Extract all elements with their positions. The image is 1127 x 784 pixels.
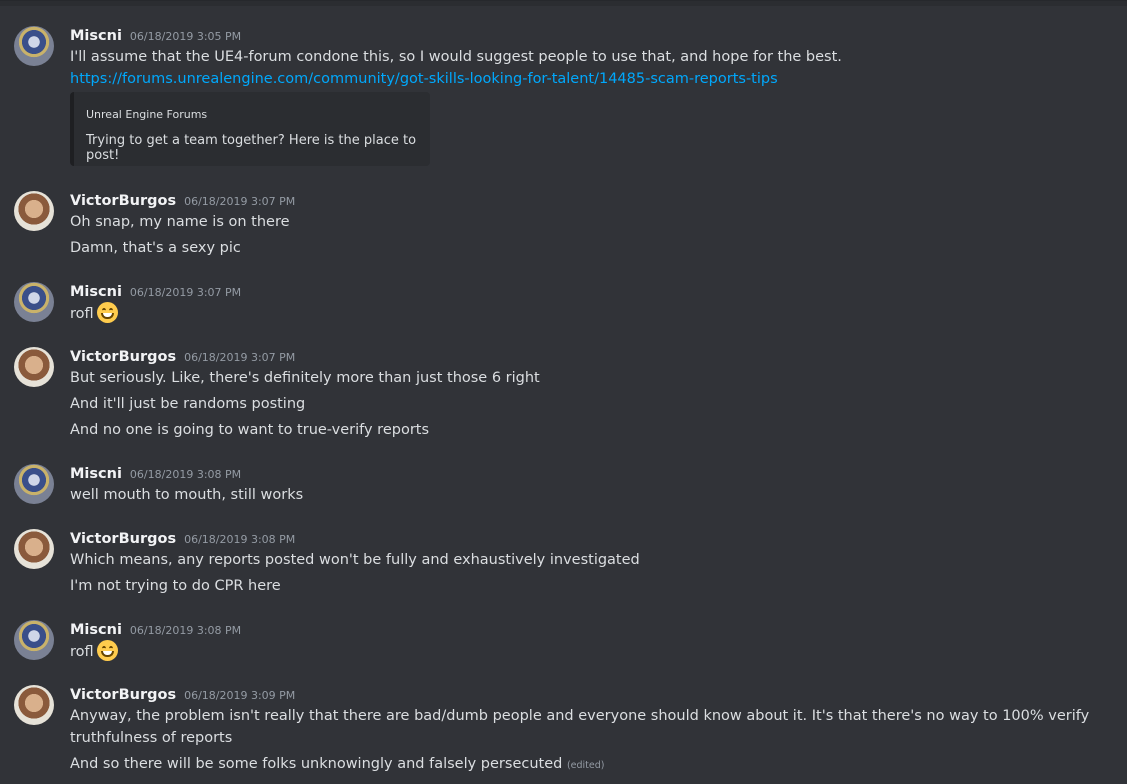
message-text: Damn, that's a sexy pic: [70, 240, 241, 256]
message-text: I'll assume that the UE4-forum condone t…: [70, 49, 842, 65]
message-text: I'm not trying to do CPR here: [70, 578, 281, 594]
message-timestamp[interactable]: 06/18/2019 3:07 PM: [184, 195, 295, 208]
message-header: Miscni 06/18/2019 3:08 PM: [70, 466, 241, 482]
message-header: Miscni 06/18/2019 3:08 PM: [70, 622, 241, 638]
link-embed[interactable]: Unreal Engine Forums Trying to get a tea…: [70, 92, 430, 166]
message-text-content: rofl: [70, 306, 94, 322]
message-timestamp[interactable]: 06/18/2019 3:08 PM: [130, 624, 241, 637]
avatar[interactable]: [14, 529, 54, 569]
avatar[interactable]: [14, 685, 54, 725]
message-text: Oh snap, my name is on there: [70, 214, 290, 230]
avatar[interactable]: [14, 620, 54, 660]
message-header: VictorBurgos 06/18/2019 3:09 PM: [70, 687, 295, 703]
author-name[interactable]: Miscni: [70, 284, 122, 300]
message-text: Anyway, the problem isn't really that th…: [70, 708, 1090, 746]
grinning-smile-icon[interactable]: [96, 302, 118, 323]
message-timestamp[interactable]: 06/18/2019 3:08 PM: [184, 533, 295, 546]
avatar[interactable]: [14, 464, 54, 504]
author-name[interactable]: Miscni: [70, 622, 122, 638]
author-name[interactable]: VictorBurgos: [70, 193, 176, 209]
message-timestamp[interactable]: 06/18/2019 3:07 PM: [130, 286, 241, 299]
message-timestamp[interactable]: 06/18/2019 3:05 PM: [130, 30, 241, 43]
message-header: Miscni 06/18/2019 3:05 PM: [70, 28, 241, 44]
avatar[interactable]: [14, 347, 54, 387]
message-header: VictorBurgos 06/18/2019 3:07 PM: [70, 349, 295, 365]
message-header: VictorBurgos 06/18/2019 3:08 PM: [70, 531, 295, 547]
message-timestamp[interactable]: 06/18/2019 3:08 PM: [130, 468, 241, 481]
message-text-content: rofl: [70, 644, 94, 660]
message-text: rofl: [70, 640, 1115, 663]
message-link[interactable]: https://forums.unrealengine.com/communit…: [70, 71, 778, 87]
message-timestamp[interactable]: 06/18/2019 3:07 PM: [184, 351, 295, 364]
author-name[interactable]: VictorBurgos: [70, 349, 176, 365]
avatar[interactable]: [14, 282, 54, 322]
embed-description: Trying to get a team together? Here is t…: [86, 133, 417, 163]
message-header: Miscni 06/18/2019 3:07 PM: [70, 284, 241, 300]
top-divider: [0, 0, 1127, 6]
message-text: Which means, any reports posted won't be…: [70, 552, 640, 568]
edited-label: (edited): [566, 760, 605, 771]
message-text-content: And so there will be some folks unknowin…: [70, 756, 563, 772]
message-text: And so there will be some folks unknowin…: [70, 753, 1115, 777]
avatar[interactable]: [14, 191, 54, 231]
message-text: But seriously. Like, there's definitely …: [70, 370, 540, 386]
embed-provider[interactable]: Unreal Engine Forums: [86, 108, 207, 121]
avatar[interactable]: [14, 26, 54, 66]
message-text: And no one is going to want to true-veri…: [70, 422, 430, 438]
message-timestamp[interactable]: 06/18/2019 3:09 PM: [184, 689, 295, 702]
author-name[interactable]: Miscni: [70, 466, 122, 482]
message-text: rofl: [70, 302, 1115, 325]
author-name[interactable]: VictorBurgos: [70, 531, 176, 547]
message-text: And it'll just be randoms posting: [70, 396, 306, 412]
grinning-smile-icon[interactable]: [96, 640, 118, 661]
message-header: VictorBurgos 06/18/2019 3:07 PM: [70, 193, 295, 209]
message-text: well mouth to mouth, still works: [70, 487, 304, 503]
author-name[interactable]: VictorBurgos: [70, 687, 176, 703]
author-name[interactable]: Miscni: [70, 28, 122, 44]
